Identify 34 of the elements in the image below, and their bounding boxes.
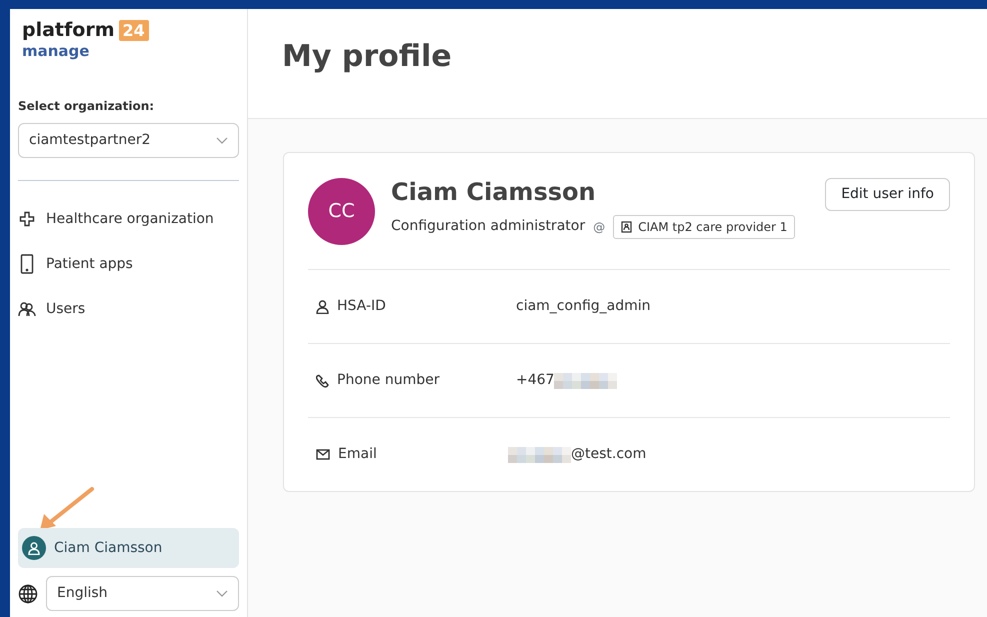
- logo-text: platform: [22, 19, 115, 41]
- language-select[interactable]: English: [46, 576, 239, 611]
- nav-item[interactable]: Patient apps: [18, 242, 239, 286]
- logo-subtitle: manage: [22, 41, 90, 62]
- avatar-initials: CC: [308, 178, 375, 245]
- page-title: My profile: [282, 39, 453, 75]
- chevron-down-icon: [216, 590, 228, 597]
- at-sign: @: [593, 218, 606, 236]
- organization-select[interactable]: ciamtestpartner2: [18, 122, 239, 158]
- field-label: Email: [338, 445, 377, 464]
- user-menu-item[interactable]: Ciam Ciamsson: [18, 528, 239, 568]
- nav-item[interactable]: Users: [18, 286, 239, 332]
- badge-icon: [621, 220, 632, 233]
- mail-icon: [316, 449, 330, 460]
- users-icon: [18, 301, 36, 317]
- field-label: HSA-ID: [337, 297, 386, 316]
- smartphone-icon: [20, 254, 34, 274]
- user-icon: [316, 300, 329, 314]
- cross-icon: [19, 211, 35, 227]
- role-text: Configuration administrator: [391, 217, 586, 236]
- chevron-down-icon: [216, 136, 228, 144]
- logo-badge: 24: [118, 20, 149, 41]
- field-value: @test.com: [571, 445, 646, 464]
- field-label: Phone number: [337, 371, 440, 390]
- avatar-icon: [22, 536, 46, 560]
- field-value: +467: [516, 371, 554, 390]
- phone-icon: [316, 374, 329, 388]
- edit-button[interactable]: Edit user info: [825, 178, 950, 211]
- unit-tag: CIAM tp2 care provider 1: [613, 214, 796, 239]
- field-value: ciam_config_admin: [516, 297, 651, 316]
- nav-item[interactable]: Healthcare organization: [18, 196, 239, 242]
- field-label: Select organization:: [18, 98, 156, 114]
- globe-icon: [18, 584, 38, 604]
- profile-name: Ciam Ciamsson: [391, 178, 597, 207]
